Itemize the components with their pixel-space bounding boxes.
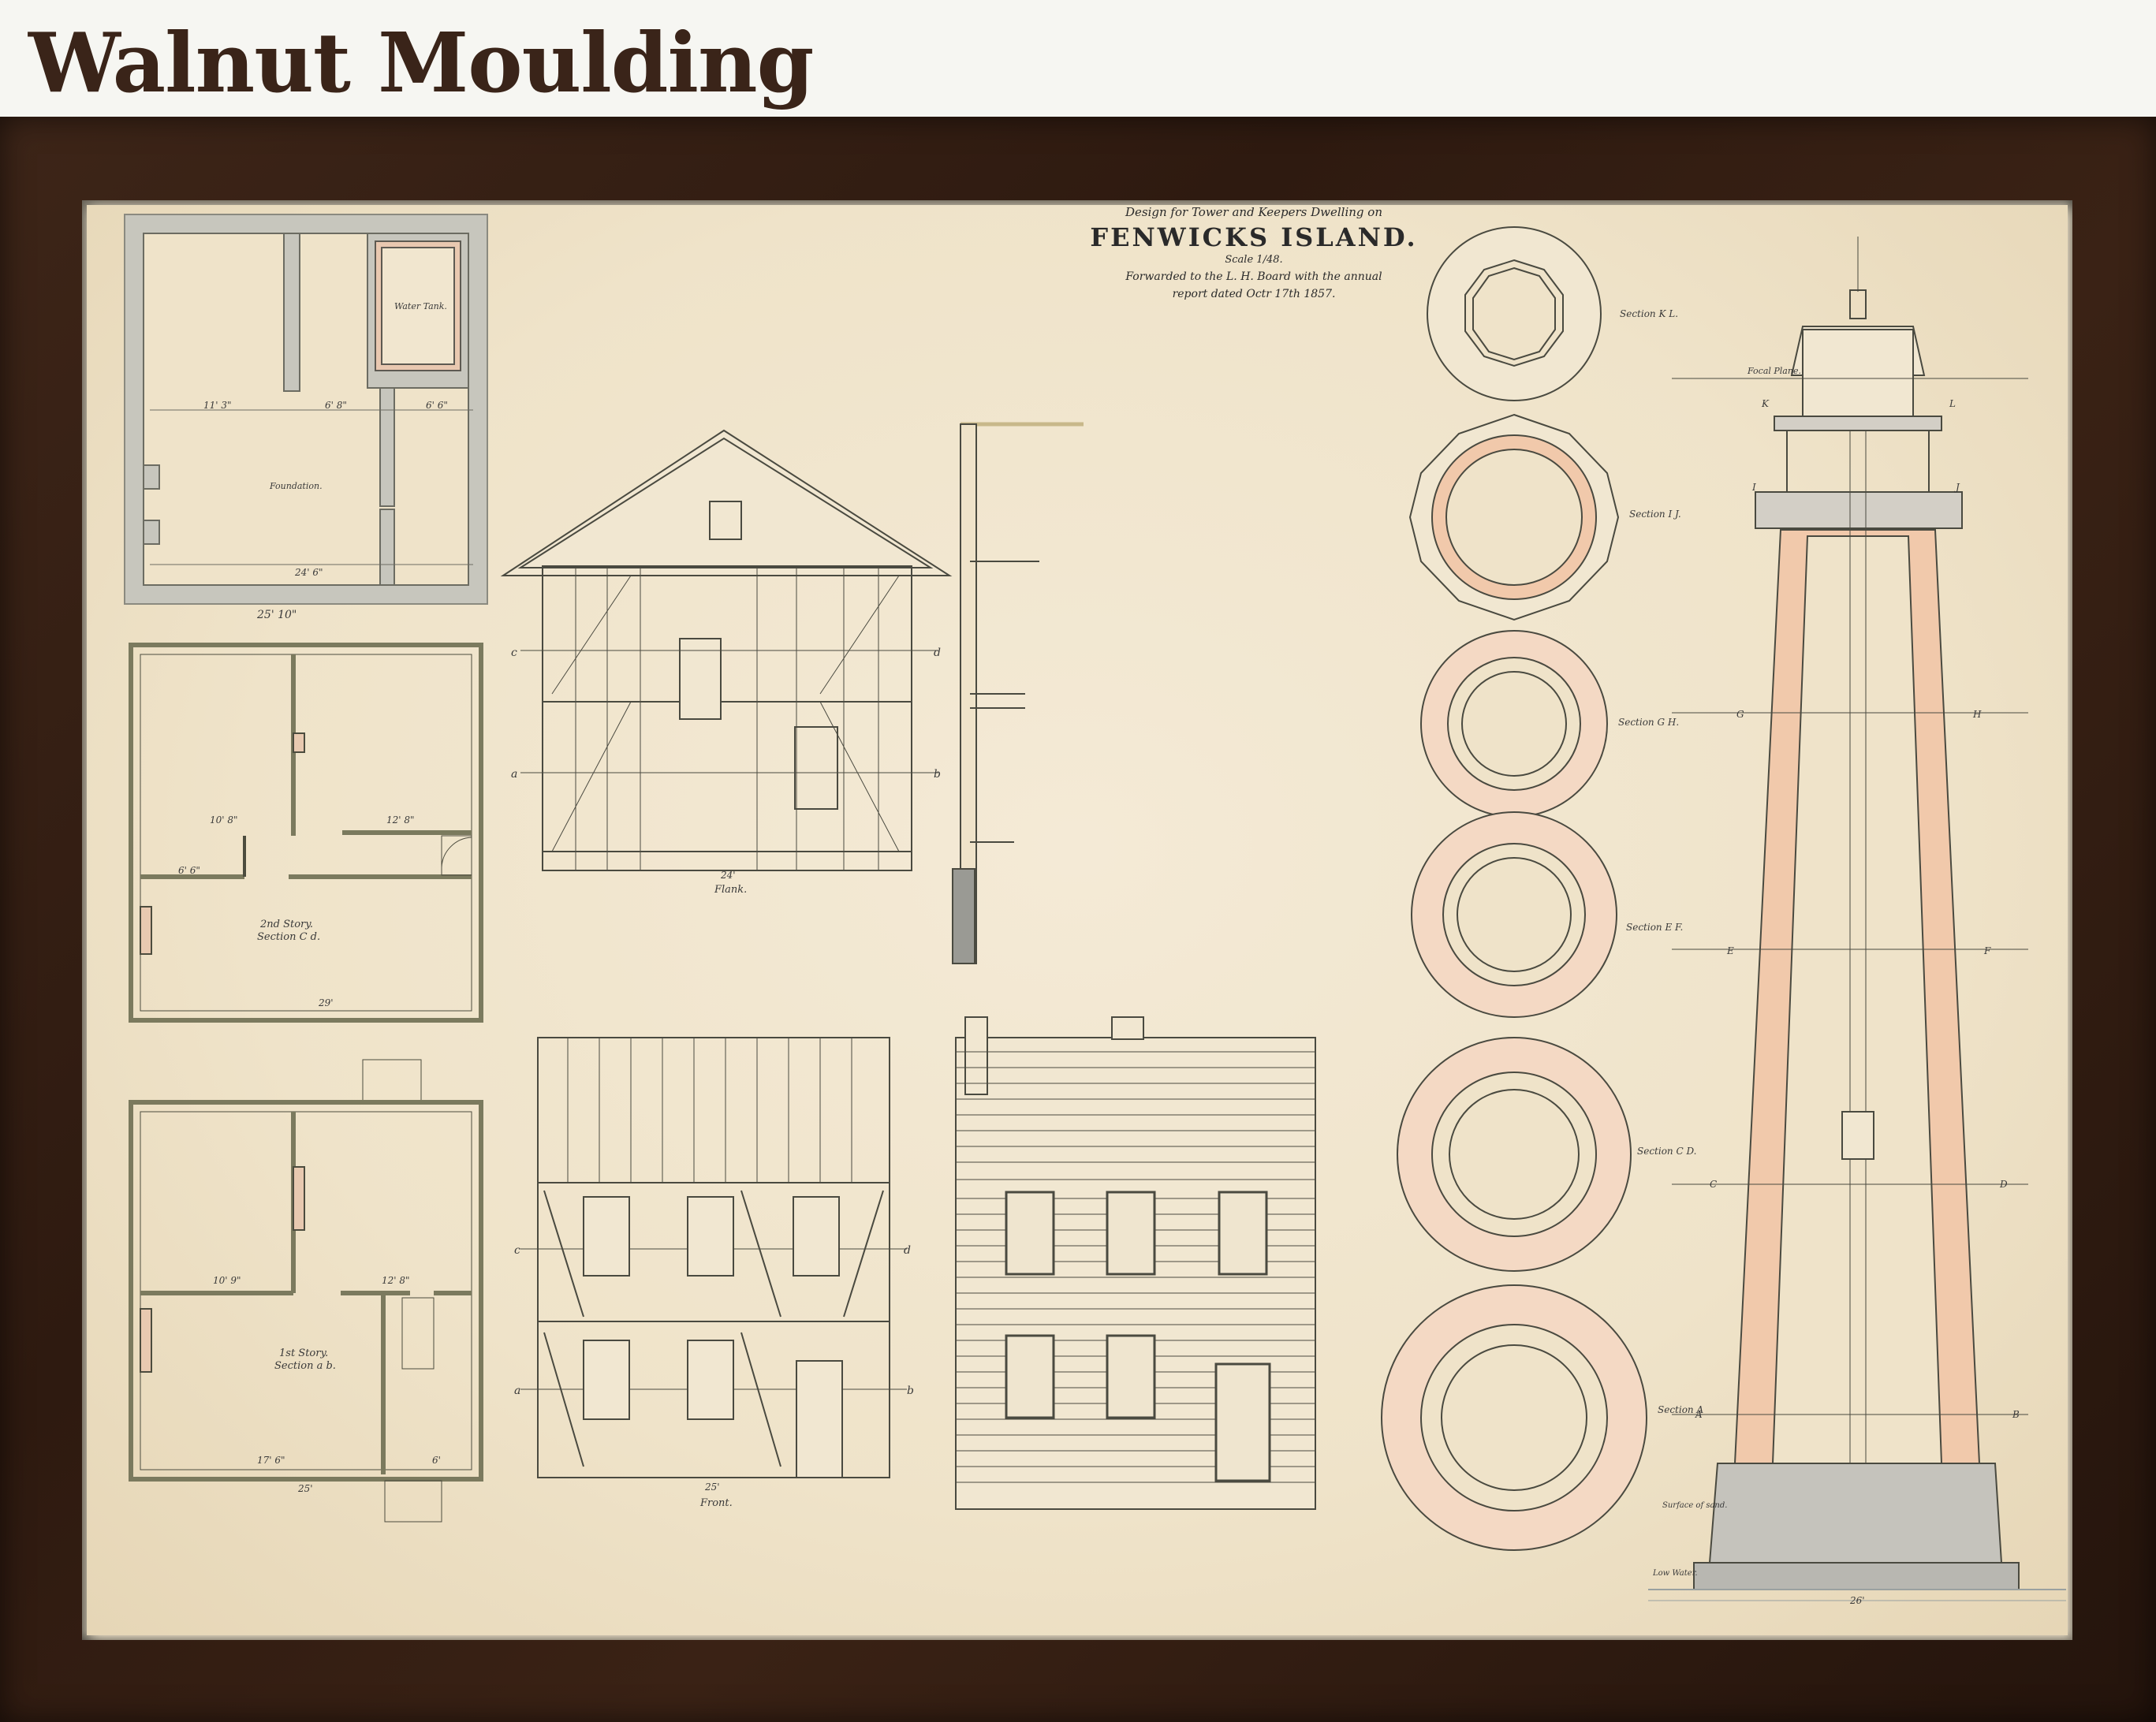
label-low-water: Low Water. bbox=[1652, 1569, 1698, 1578]
first-story-plan bbox=[129, 1059, 483, 1523]
label-section-kl: Section K L. bbox=[1620, 308, 1678, 319]
lighthouse-elevation bbox=[1648, 237, 2066, 1601]
label-surface-of-sand: Surface of sand. bbox=[1662, 1501, 1727, 1510]
dim-24-6: 24' 6" bbox=[294, 567, 323, 578]
cut-b-upper: b bbox=[934, 768, 941, 781]
dim-6-6b: 6' 6" bbox=[178, 865, 200, 876]
dim-26: 26' bbox=[1849, 1595, 1865, 1606]
label-second-story: 2nd Story. bbox=[259, 919, 313, 930]
cut-c-upper: c bbox=[511, 647, 517, 659]
tower-sections bbox=[1381, 226, 1647, 1551]
dim-10-9: 10' 9" bbox=[213, 1275, 241, 1286]
dim-17-6: 17' 6" bbox=[257, 1455, 285, 1466]
dim-12-8: 12' 8" bbox=[386, 814, 415, 826]
label-section-gh: Section G H. bbox=[1618, 717, 1679, 728]
label-flank: Flank. bbox=[714, 884, 747, 896]
second-story-plan bbox=[129, 643, 483, 1023]
label-section-ij: Section I J. bbox=[1629, 509, 1681, 520]
cut-d-upper: d bbox=[934, 647, 941, 659]
label-section-ef: Section E F. bbox=[1626, 922, 1683, 933]
cut-L: L bbox=[1949, 398, 1956, 409]
flank-elevation bbox=[500, 429, 953, 871]
dim-25b: 25' bbox=[704, 1482, 720, 1493]
cut-c-lower: c bbox=[514, 1244, 520, 1257]
cut-G: G bbox=[1736, 709, 1744, 720]
cut-H: H bbox=[1972, 709, 1982, 720]
label-water-tank: Water Tank. bbox=[394, 301, 447, 311]
cut-K: K bbox=[1761, 398, 1770, 409]
cut-I: I bbox=[1751, 482, 1756, 493]
cut-a-lower: a bbox=[514, 1385, 520, 1397]
cut-D: D bbox=[1999, 1179, 2008, 1190]
cut-b-lower: b bbox=[907, 1385, 914, 1397]
architectural-drawing: Water Tank. Foundation. 11' 3" 6' 8" 6' … bbox=[124, 214, 2066, 1606]
dim-24: 24' bbox=[720, 870, 736, 881]
label-first-section: Section a b. bbox=[274, 1360, 336, 1372]
dim-10-8: 10' 8" bbox=[210, 814, 238, 826]
label-focal-plane: Focal Plane. bbox=[1747, 366, 1801, 376]
cut-A: A bbox=[1695, 1409, 1703, 1420]
dim-6: 6' bbox=[432, 1455, 441, 1466]
cut-E: E bbox=[1726, 945, 1734, 956]
dim-6-8: 6' 8" bbox=[325, 400, 347, 411]
dim-29: 29' bbox=[318, 997, 334, 1008]
label-foundation: Foundation. bbox=[269, 481, 323, 491]
dim-25-10: 25' 10" bbox=[256, 609, 297, 621]
dim-12-8b: 12' 8" bbox=[382, 1275, 410, 1286]
cut-F: F bbox=[1983, 945, 1991, 956]
front-elevation bbox=[520, 1037, 907, 1478]
cut-B: B bbox=[2012, 1409, 2020, 1420]
cut-d-lower: d bbox=[904, 1244, 911, 1257]
wall-section-detail bbox=[952, 422, 1084, 964]
cut-C: C bbox=[1710, 1179, 1717, 1190]
cut-J: J bbox=[1953, 482, 1960, 493]
label-front: Front. bbox=[699, 1497, 733, 1509]
dim-25: 25' bbox=[297, 1483, 313, 1494]
label-second-section: Section C d. bbox=[257, 931, 320, 943]
cut-a-upper: a bbox=[511, 768, 517, 781]
house-elevation bbox=[955, 1016, 1316, 1510]
dim-11-3: 11' 3" bbox=[203, 400, 232, 411]
label-first-story: 1st Story. bbox=[279, 1347, 328, 1359]
dim-6-6: 6' 6" bbox=[426, 400, 448, 411]
label-section-cd: Section C D. bbox=[1637, 1146, 1696, 1157]
